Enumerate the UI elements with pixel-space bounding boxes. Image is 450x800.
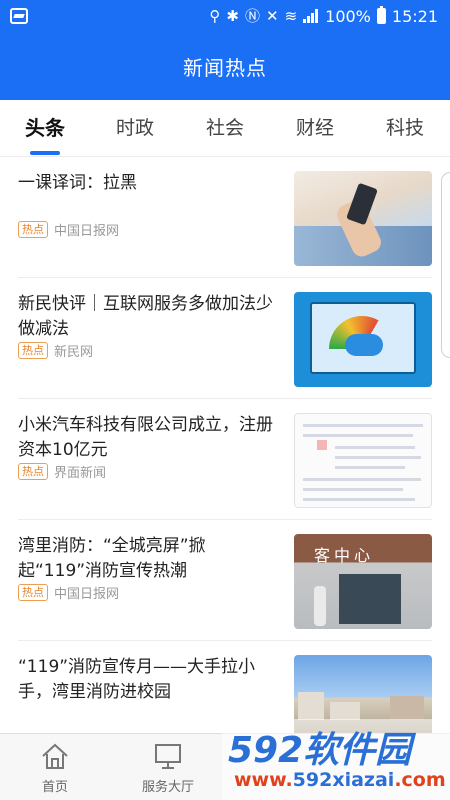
news-item[interactable]: 新民快评｜互联网服务多做加法少做减法 热点 新民网 [18,278,432,399]
tab-headlines[interactable]: 头条 [10,100,80,157]
news-title: 湾里消防：“全城亮屏”掀起“119”消防宣传热潮 [18,536,206,581]
news-title: “119”消防宣传月——大手拉小手，湾里消防进校园 [18,657,256,702]
news-thumbnail [294,292,432,387]
hot-badge: 热点 [18,584,48,601]
tab-politics[interactable]: 时政 [100,100,170,157]
nav-label: 服务大厅 [141,780,194,795]
tab-society[interactable]: 社会 [190,100,260,157]
home-icon [42,743,68,769]
battery-percent: 100% [325,6,371,26]
tab-label: 财经 [295,117,334,139]
news-meta: 热点 中国日报网 [18,220,119,239]
nav-label: 首页 [41,780,68,795]
news-item[interactable]: 小米汽车科技有限公司成立，注册资本10亿元 热点 界面新闻 [18,399,432,520]
bluetooth-icon: ✱ [226,7,239,25]
news-title: 新民快评｜互联网服务多做加法少做减法 [18,294,273,339]
news-meta: 热点 中国日报网 [18,583,119,602]
hot-badge: 热点 [18,463,48,480]
news-list: 一课译词：拉黑 热点 中国日报网 新民快评｜互联网服务多做加法少做减法 热点 新… [0,157,450,733]
tab-technology[interactable]: 科技 [370,100,440,157]
news-title: 一课译词：拉黑 [18,173,137,193]
location-icon: ⚲ [209,7,221,25]
tab-label: 科技 [385,117,424,139]
news-title: 小米汽车科技有限公司成立，注册资本10亿元 [18,415,273,460]
mute-icon: ✕ [265,7,279,25]
tab-label: 社会 [205,117,244,139]
news-source: 中国日报网 [54,587,120,602]
wifi-icon: ≋ [284,7,298,25]
watermark-brand: 592软件园 [228,730,412,771]
watermark-url: www.592xiazai.com [234,769,446,791]
clock: 15:21 [391,6,438,26]
hot-badge: 热点 [18,221,48,238]
monitor-icon [155,744,181,769]
news-thumbnail: 客中心 [294,534,432,629]
news-source: 界面新闻 [54,466,107,481]
hot-badge: 热点 [18,342,48,359]
category-tabs: 头条 时政 社会 财经 科技 [0,100,450,157]
news-item[interactable]: 湾里消防：“全城亮屏”掀起“119”消防宣传热潮 热点 中国日报网 客中心 [18,520,432,641]
nav-home[interactable]: 首页 [10,734,100,800]
page-title: 新闻热点 [183,55,267,80]
watermark: 592软件园 www.592xiazai.com [222,719,450,800]
phone-illustration [346,182,378,226]
building-sign: 客中心 [314,546,375,565]
battery-icon [376,6,386,24]
news-source: 新民网 [54,345,94,360]
tab-finance[interactable]: 财经 [280,100,350,157]
tab-label: 头条 [25,116,65,140]
signal-icon [303,9,319,23]
edge-panel-handle[interactable] [441,172,450,358]
app-notification-icon [10,8,28,24]
active-tab-indicator [30,151,60,155]
tab-label: 时政 [115,117,154,139]
news-source: 中国日报网 [54,224,120,239]
news-meta: 热点 新民网 [18,341,93,360]
app-header: 新闻热点 [0,32,450,100]
status-icons: ⚲ ✱ Ⓝ ✕ ≋ 100% 15:21 [209,5,438,27]
status-bar: ⚲ ✱ Ⓝ ✕ ≋ 100% 15:21 [0,0,450,32]
news-meta: 热点 界面新闻 [18,462,106,481]
news-item[interactable]: 一课译词：拉黑 热点 中国日报网 [18,157,432,278]
news-thumbnail [294,413,432,508]
nfc-icon: Ⓝ [244,7,260,25]
news-thumbnail [294,171,432,266]
nav-service-hall[interactable]: 服务大厅 [123,734,213,800]
